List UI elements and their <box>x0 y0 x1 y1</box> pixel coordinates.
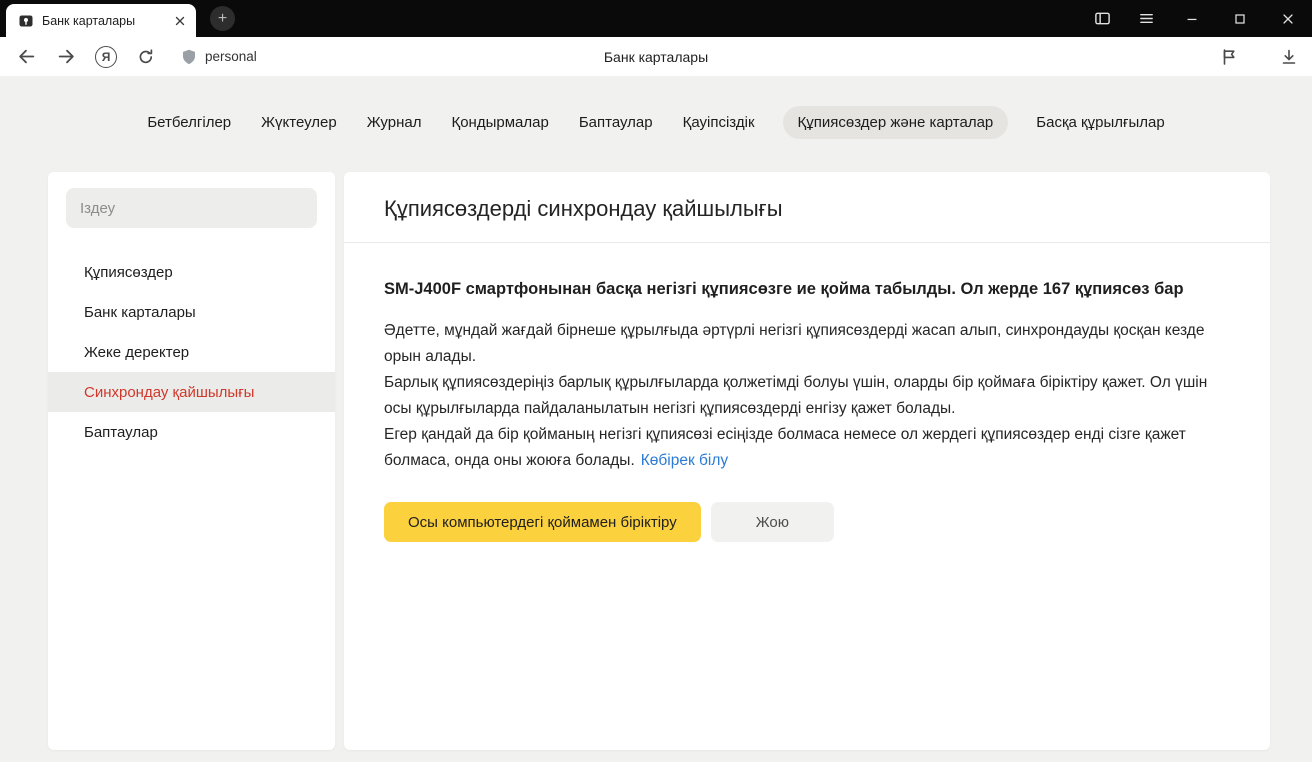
main-header: Құпиясөздерді синхрондау қайшылығы <box>344 172 1270 222</box>
tab-title: Банк карталары <box>42 14 170 28</box>
delete-button[interactable]: Жою <box>711 502 834 542</box>
main-heading: Құпиясөздерді синхрондау қайшылығы <box>384 196 1230 222</box>
tab-history[interactable]: Журнал <box>365 106 424 139</box>
tab-bookmarks[interactable]: Бетбелгілер <box>145 106 233 139</box>
conflict-paragraph-1: Әдетте, мұндай жағдай бірнеше құрылғыда … <box>384 318 1216 370</box>
merge-storage-button[interactable]: Осы компьютердегі қоймамен біріктіру <box>384 502 701 542</box>
tab-settings[interactable]: Баптаулар <box>577 106 655 139</box>
forward-icon[interactable] <box>46 37 86 76</box>
download-icon[interactable] <box>1272 37 1306 76</box>
sidebar-item-sync-conflict[interactable]: Синхрондау қайшылығы <box>48 372 335 412</box>
yandex-letter: Я <box>102 50 111 64</box>
yandex-logo-icon[interactable]: Я <box>95 46 117 68</box>
conflict-text-block: SM-J400F смартфонынан басқа негізгі құпи… <box>384 276 1216 474</box>
close-window-icon[interactable] <box>1264 0 1312 37</box>
main-panel: Құпиясөздерді синхрондау қайшылығы SM-J4… <box>344 172 1270 750</box>
refresh-icon[interactable] <box>126 37 166 76</box>
tab-extensions[interactable]: Қондырмалар <box>449 106 550 139</box>
plus-icon: + <box>218 11 227 27</box>
sidebar-item-bank-cards[interactable]: Банк карталары <box>48 292 335 332</box>
settings-tabs: Бетбелгілер Жүктеулер Журнал Қондырмалар… <box>0 106 1312 139</box>
page-title: Банк карталары <box>604 49 708 65</box>
browser-tab-bar: Банк карталары + <box>0 0 1312 37</box>
menu-icon[interactable] <box>1124 0 1168 37</box>
sidebar-item-personal-data[interactable]: Жеке деректер <box>48 332 335 372</box>
nav-right-group <box>1212 37 1306 76</box>
sidebar-item-passwords[interactable]: Құпиясөздер <box>48 252 335 292</box>
tab-downloads[interactable]: Жүктеулер <box>259 106 339 139</box>
new-tab-button[interactable]: + <box>210 6 235 31</box>
tab-security[interactable]: Қауіпсіздік <box>681 106 757 139</box>
learn-more-link[interactable]: Көбірек білу <box>641 452 728 469</box>
window-controls <box>1080 0 1312 37</box>
nav-left-group: Я personal <box>6 37 257 76</box>
sidebar: Құпиясөздер Банк карталары Жеке деректер… <box>48 172 335 750</box>
search-input[interactable] <box>66 188 317 228</box>
maximize-icon[interactable] <box>1216 0 1264 37</box>
conflict-paragraph-2: Барлық құпиясөздеріңіз барлық құрылғылар… <box>384 370 1216 422</box>
tab-passwords-and-cards[interactable]: Құпиясөздер және карталар <box>783 106 1009 139</box>
minimize-icon[interactable] <box>1168 0 1216 37</box>
browser-tab[interactable]: Банк карталары <box>6 4 196 37</box>
tab-other-devices[interactable]: Басқа құрылғылар <box>1034 106 1166 139</box>
navigation-bar: Я personal Банк карталары <box>0 37 1312 76</box>
protect-shield-icon <box>180 48 198 66</box>
main-body: SM-J400F смартфонынан басқа негізгі құпи… <box>344 243 1270 542</box>
sidebar-list: Құпиясөздер Банк карталары Жеке деректер… <box>48 252 335 452</box>
back-icon[interactable] <box>6 37 46 76</box>
profile-chip[interactable]: personal <box>180 48 257 66</box>
conflict-paragraph-3: Егер қандай да бір қойманың негізгі құпи… <box>384 422 1216 474</box>
profile-label: personal <box>205 49 257 64</box>
conflict-paragraph-3-text: Егер қандай да бір қойманың негізгі құпи… <box>384 426 1186 469</box>
action-buttons: Осы компьютердегі қоймамен біріктіру Жою <box>384 502 1230 542</box>
conflict-title: SM-J400F смартфонынан басқа негізгі құпи… <box>384 276 1216 302</box>
tab-favicon-passwords-icon <box>18 13 34 29</box>
side-panel-icon[interactable] <box>1080 0 1124 37</box>
tab-close-icon[interactable] <box>170 11 190 31</box>
bookmark-flag-icon[interactable] <box>1212 37 1246 76</box>
sidebar-item-settings[interactable]: Баптаулар <box>48 412 335 452</box>
